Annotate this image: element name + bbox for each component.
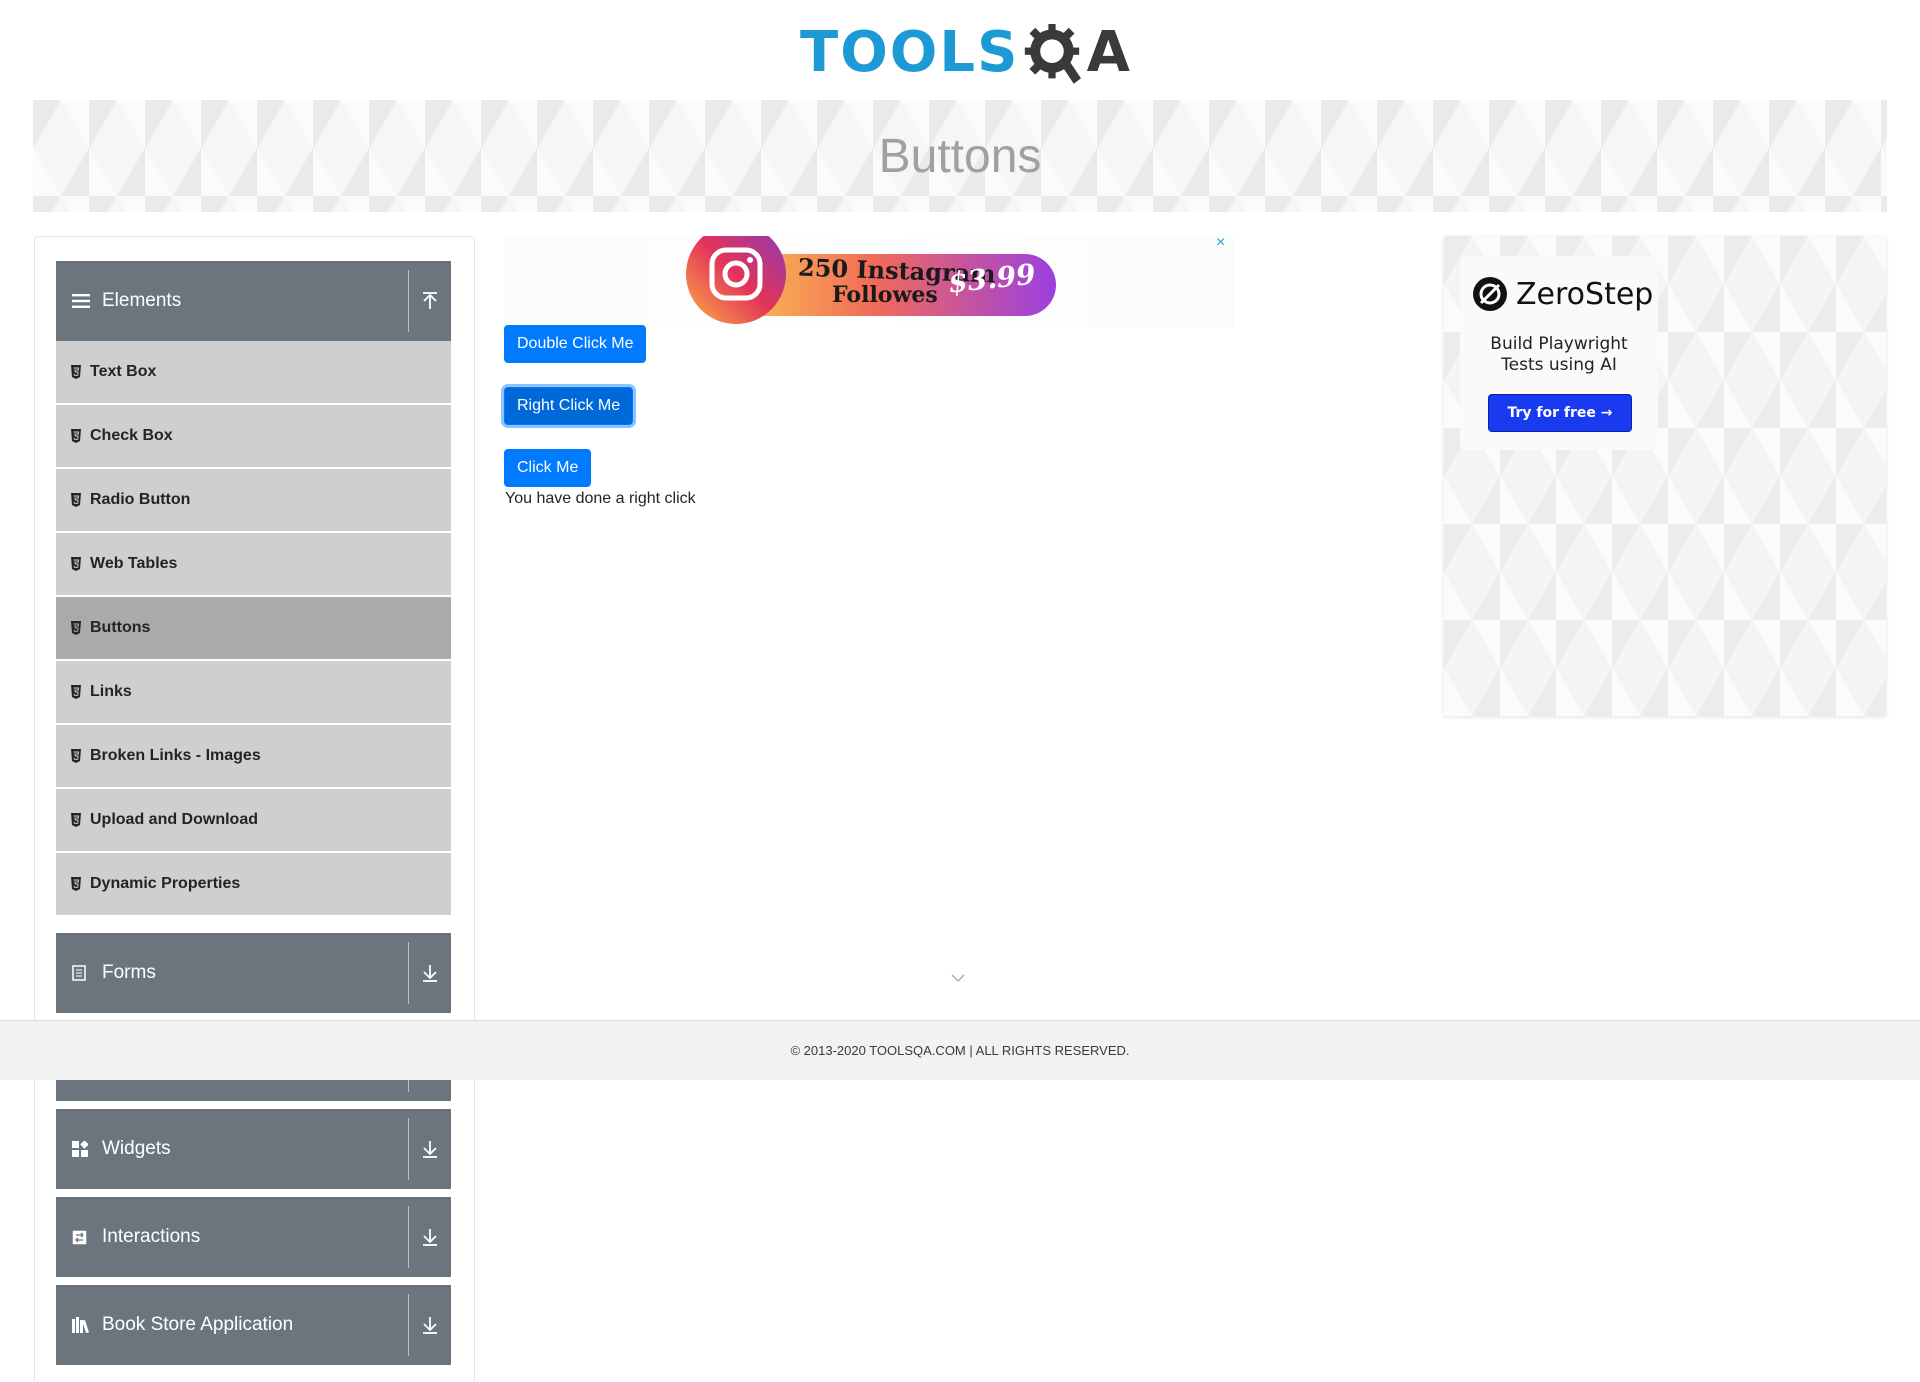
html5-icon: [71, 365, 81, 379]
expand-down-icon[interactable]: [409, 964, 451, 982]
side-ad-banner[interactable]: ZeroStep Build Playwright Tests using AI…: [1444, 236, 1886, 716]
document-icon: [72, 965, 102, 981]
right-click-result-message: You have done a right click: [505, 490, 696, 507]
group-label-book-store: Book Store Application: [102, 1314, 294, 1335]
group-header-widgets[interactable]: Widgets: [56, 1109, 451, 1189]
sidebar-item-label: Web Tables: [90, 555, 178, 572]
sidebar-item-upload-download[interactable]: Upload and Download: [56, 789, 451, 851]
try-for-free-button[interactable]: Try for free →: [1488, 394, 1632, 432]
group-label-forms: Forms: [102, 962, 156, 983]
chevron-down-icon[interactable]: [950, 970, 966, 986]
sidebar-item-label: Dynamic Properties: [90, 875, 241, 892]
left-panel: Elements Text Box Check Box Radio Button…: [34, 236, 475, 1382]
sidebar-item-label: Upload and Download: [90, 811, 258, 828]
sidebar-item-buttons[interactable]: Buttons: [56, 597, 451, 659]
page-banner: Buttons: [33, 100, 1887, 212]
html5-icon: [71, 813, 81, 827]
group-label-elements: Elements: [102, 290, 182, 311]
sidebar-item-broken-links[interactable]: Broken Links - Images: [56, 725, 451, 787]
html5-icon: [71, 621, 81, 635]
sidebar-item-label: Buttons: [90, 619, 151, 636]
books-icon: [72, 1317, 102, 1333]
sidebar-item-web-tables[interactable]: Web Tables: [56, 533, 451, 595]
zerostep-name: ZeroStep: [1516, 276, 1654, 312]
expand-down-icon[interactable]: [409, 1316, 451, 1334]
sidebar-item-label: Links: [90, 683, 132, 700]
group-header-elements[interactable]: Elements: [56, 261, 451, 341]
footer: © 2013-2020 TOOLSQA.COM | ALL RIGHTS RES…: [0, 1020, 1920, 1080]
instagram-ad-line2: Followes: [832, 282, 938, 308]
html5-icon: [71, 685, 81, 699]
logo-text-a: A: [1086, 20, 1130, 85]
ad-close-icon[interactable]: ×: [1216, 234, 1225, 252]
double-click-button[interactable]: Double Click Me: [504, 325, 647, 363]
footer-copyright: © 2013-2020 TOOLSQA.COM | ALL RIGHTS RES…: [790, 1043, 1130, 1058]
html5-icon: [71, 749, 81, 763]
elements-menu-list: Text Box Check Box Radio Button Web Tabl…: [56, 341, 451, 917]
collapse-up-icon[interactable]: [409, 292, 451, 310]
sidebar-item-text-box[interactable]: Text Box: [56, 341, 451, 403]
group-header-interactions[interactable]: Interactions: [56, 1197, 451, 1277]
html5-icon: [71, 877, 81, 891]
logo-gear-magnifier-icon: [1025, 24, 1082, 84]
group-header-forms[interactable]: Forms: [56, 933, 451, 1013]
sidebar-item-dynamic-properties[interactable]: Dynamic Properties: [56, 853, 451, 915]
sidebar-item-label: Radio Button: [90, 491, 191, 508]
sidebar-item-radio-button[interactable]: Radio Button: [56, 469, 451, 531]
widgets-icon: [72, 1141, 102, 1157]
zerostep-brand: ZeroStep: [1472, 276, 1653, 312]
zerostep-tagline-line2: Tests using AI: [1501, 355, 1617, 375]
logo-text-tools: TOOLS: [800, 20, 1020, 85]
group-label-widgets: Widgets: [102, 1138, 171, 1159]
html5-icon: [71, 557, 81, 571]
zerostep-tagline: Build Playwright Tests using AI: [1460, 334, 1658, 376]
expand-down-icon[interactable]: [409, 1140, 451, 1158]
expand-down-icon[interactable]: [409, 1228, 451, 1246]
right-click-button[interactable]: Right Click Me: [504, 387, 634, 425]
html5-icon: [71, 493, 81, 507]
sidebar-item-check-box[interactable]: Check Box: [56, 405, 451, 467]
zerostep-logo-icon: [1473, 277, 1507, 311]
sidebar-item-label: Text Box: [90, 363, 157, 380]
instagram-ad[interactable]: 250 Instagram Followes $3.99: [686, 224, 1058, 324]
hamburger-icon: [72, 294, 102, 308]
html5-icon: [71, 429, 81, 443]
sidebar-item-links[interactable]: Links: [56, 661, 451, 723]
group-header-book-store[interactable]: Book Store Application: [56, 1285, 451, 1365]
sidebar-item-label: Check Box: [90, 427, 173, 444]
sidebar-item-label: Broken Links - Images: [90, 747, 261, 764]
zerostep-tagline-line1: Build Playwright: [1490, 334, 1628, 354]
interactions-icon: [72, 1230, 102, 1245]
page-title: Buttons: [878, 129, 1042, 183]
click-me-button[interactable]: Click Me: [504, 449, 592, 487]
toolsqa-logo[interactable]: TOOLS A: [800, 14, 1130, 92]
group-label-interactions: Interactions: [102, 1226, 201, 1247]
